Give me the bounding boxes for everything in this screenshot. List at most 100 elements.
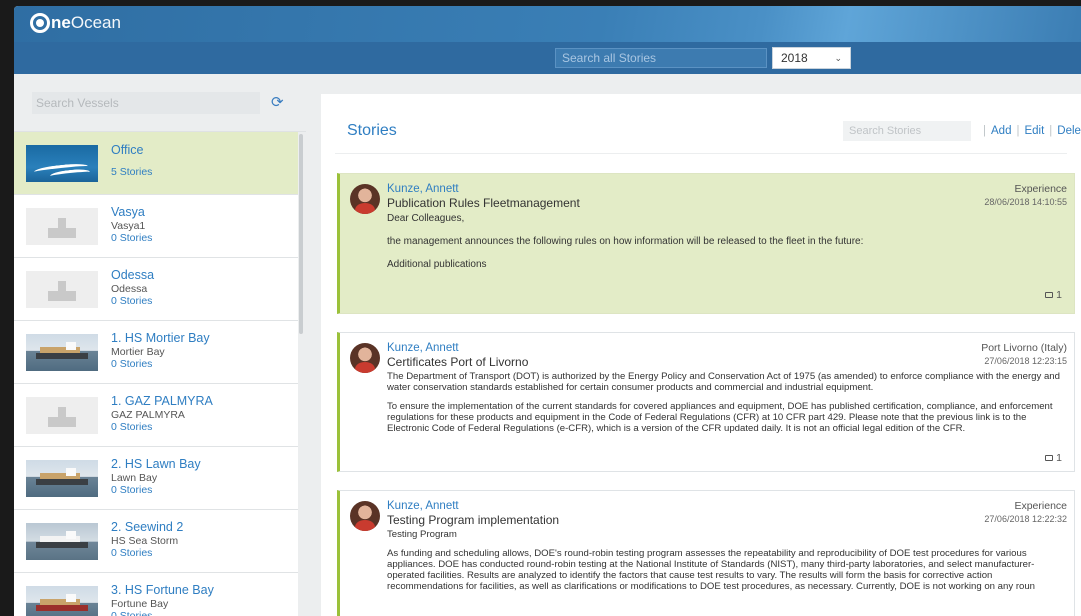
vessel-text: 1. GAZ PALMYRA GAZ PALMYRA 0 Stories	[111, 394, 213, 434]
app-logo[interactable]: ne Ocean	[30, 13, 121, 33]
vessel-story-count[interactable]: 0 Stories	[111, 547, 183, 560]
vessel-photo	[26, 586, 98, 616]
story-paragraph: the management announces the following r…	[387, 236, 864, 247]
story-title[interactable]: Testing Program implementation	[387, 513, 1064, 527]
vessel-text: 1. HS Mortier Bay Mortier Bay 0 Stories	[111, 331, 210, 371]
vessel-placeholder-icon	[26, 271, 98, 308]
vessel-name: 2. HS Lawn Bay	[111, 457, 201, 471]
author-avatar	[350, 343, 380, 373]
vessel-item[interactable]: Vasya Vasya1 0 Stories	[14, 195, 298, 258]
story-card[interactable]: Experience 27/06/2018 12:22:32 Kunze, Anne…	[337, 490, 1075, 616]
comment-count[interactable]: 1	[1045, 289, 1062, 301]
vessel-photo	[26, 523, 98, 560]
vessel-item[interactable]: 1. GAZ PALMYRA GAZ PALMYRA 0 Stories	[14, 384, 298, 447]
vessel-placeholder-icon	[26, 397, 98, 434]
vessel-subtitle: Vasya1	[111, 220, 146, 232]
vessel-item[interactable]: 1. HS Mortier Bay Mortier Bay 0 Stories	[14, 321, 298, 384]
vessel-subtitle: GAZ PALMYRA	[111, 409, 185, 421]
stories-panel: Stories | Add | Edit | Delete Experience…	[321, 94, 1081, 616]
vessel-name: Vasya	[111, 205, 145, 219]
app-window: neOcean 2018 ⌄ ⟳ Office 5 Stories VasyaVas…	[14, 6, 1081, 616]
edit-button[interactable]: Edit	[1024, 125, 1044, 137]
vessel-subtitle: HS Sea Storm	[111, 535, 179, 547]
global-search-input[interactable]	[555, 48, 767, 68]
comment-count[interactable]: 1	[1045, 452, 1062, 464]
story-author[interactable]: Kunze, Annett	[387, 500, 1064, 513]
story-body: Kunze, Annett Testing Program implementat…	[387, 500, 1064, 600]
author-avatar	[350, 184, 380, 214]
stories-header: Stories | Add | Edit | Delete	[335, 94, 1081, 154]
vessel-text: Office 5 Stories	[111, 143, 152, 179]
story-paragraph: As funding and scheduling allows, DOE's …	[387, 548, 1036, 592]
story-text: Testing Program As funding and scheduling…	[387, 529, 1064, 592]
sidebar-scrollbar[interactable]	[299, 134, 303, 334]
vessel-story-count[interactable]: 0 Stories	[111, 295, 154, 308]
vessel-text: 2. Seewind 2 HS Sea Storm 0 Stories	[111, 520, 183, 560]
vessel-item[interactable]: 2. Seewind 2 HS Sea Storm 0 Stories	[14, 510, 298, 573]
vessel-name: 2. Seewind 2	[111, 520, 184, 534]
vessel-story-count[interactable]: 5 Stories	[111, 166, 152, 179]
comment-count-value: 1	[1056, 452, 1062, 464]
story-text: Dear Colleagues, the management announces…	[387, 212, 1064, 271]
vessel-story-count[interactable]: 0 Stories	[111, 358, 210, 371]
story-paragraph: To ensure the implementation of the curr…	[387, 401, 1053, 434]
vessel-sidebar: ⟳ Office5 StoriesVasyaVasya10 StoriesOde…	[14, 74, 306, 616]
vessel-list: Office 5 Stories Vasya Vasya1 0 Stories Odess…	[14, 132, 306, 616]
vessel-story-count[interactable]: 0 Stories	[111, 484, 201, 497]
story-paragraph: The Department of Transport (DOT) is aut…	[387, 371, 1060, 393]
story-author[interactable]: Kunze, Annett	[387, 342, 1064, 355]
comment-icon	[1045, 455, 1054, 462]
vessel-item[interactable]: Office 5 Stories	[14, 132, 298, 195]
vessel-name: 1. HS Mortier Bay	[111, 331, 210, 345]
year-value: 2018	[781, 51, 808, 65]
story-paragraph: Testing Program	[387, 529, 457, 540]
story-actions: | Add | Edit | Delete	[978, 125, 1081, 137]
vessel-text: 2. HS Lawn Bay Lawn Bay 0 Stories	[111, 457, 201, 497]
comment-count-value: 1	[1056, 289, 1062, 301]
logo-text-bold: ne	[51, 13, 71, 32]
story-author[interactable]: Kunze, Annett	[387, 183, 1064, 196]
vessel-subtitle: Odessa	[111, 283, 148, 295]
vessel-story-count[interactable]: 0 Stories	[111, 232, 152, 245]
delete-button[interactable]: Delete	[1057, 125, 1081, 137]
vessel-search-area: ⟳	[14, 74, 306, 132]
add-button[interactable]: Add	[991, 125, 1011, 137]
vessel-subtitle: Lawn Bay	[111, 472, 158, 484]
story-text: The Department of Transport (DOT) is aut…	[387, 371, 1064, 434]
top-bar: ne Ocean	[14, 6, 1081, 42]
story-body: Kunze, Annett Certificates Port of Livorn…	[387, 342, 1064, 442]
logo-icon	[30, 13, 50, 33]
vessel-item[interactable]: 3. HS Fortune Bay Fortune Bay 0 Stories	[14, 573, 298, 616]
story-card[interactable]: Experience 28/06/2018 14:10:55 Kunze, Anne…	[337, 173, 1075, 314]
divider: |	[1016, 125, 1020, 137]
vessel-item[interactable]: 2. HS Lawn Bay Lawn Bay 0 Stories	[14, 447, 298, 510]
story-card[interactable]: Port Livorno (Italy) 27/06/2018 12:23:15 K…	[337, 332, 1075, 472]
story-body: Kunze, Annett Publication Rules Fleetmana…	[387, 183, 1064, 281]
vessel-name: 1. GAZ PALMYRA	[111, 394, 213, 408]
divider: |	[983, 125, 986, 137]
vessel-subtitle: Fortune Bay	[111, 598, 169, 610]
vessel-placeholder-icon	[26, 208, 98, 245]
story-paragraph: Dear Colleagues,	[387, 213, 465, 224]
story-paragraph: Additional publications	[387, 259, 487, 270]
year-select[interactable]: 2018 ⌄	[772, 47, 851, 69]
vessel-text: 3. HS Fortune Bay Fortune Bay 0 Stories	[111, 583, 214, 616]
vessel-name: Office	[111, 143, 144, 157]
divider: |	[1049, 125, 1053, 137]
story-title[interactable]: Certificates Port of Livorno	[387, 355, 1064, 369]
vessel-name: 3. HS Fortune Bay	[111, 583, 214, 597]
vessel-story-count[interactable]: 0 Stories	[111, 421, 213, 434]
logo-text-rest: Ocean	[70, 13, 121, 32]
vessel-item[interactable]: Odessa Odessa 0 Stories	[14, 258, 298, 321]
story-title[interactable]: Publication Rules Fleetmanagement	[387, 196, 1064, 210]
vessel-photo	[26, 460, 98, 497]
vessel-story-count[interactable]: 0 Stories	[111, 610, 214, 616]
vessel-subtitle: Mortier Bay	[111, 346, 165, 358]
office-thumbnail	[26, 145, 98, 182]
refresh-icon[interactable]: ⟳	[271, 93, 284, 111]
vessel-photo	[26, 334, 98, 371]
search-bar: 2018 ⌄	[14, 42, 1081, 74]
vessel-search-input[interactable]	[32, 92, 260, 114]
vessel-text: Vasya Vasya1 0 Stories	[111, 205, 152, 245]
story-search-input[interactable]	[843, 121, 971, 141]
